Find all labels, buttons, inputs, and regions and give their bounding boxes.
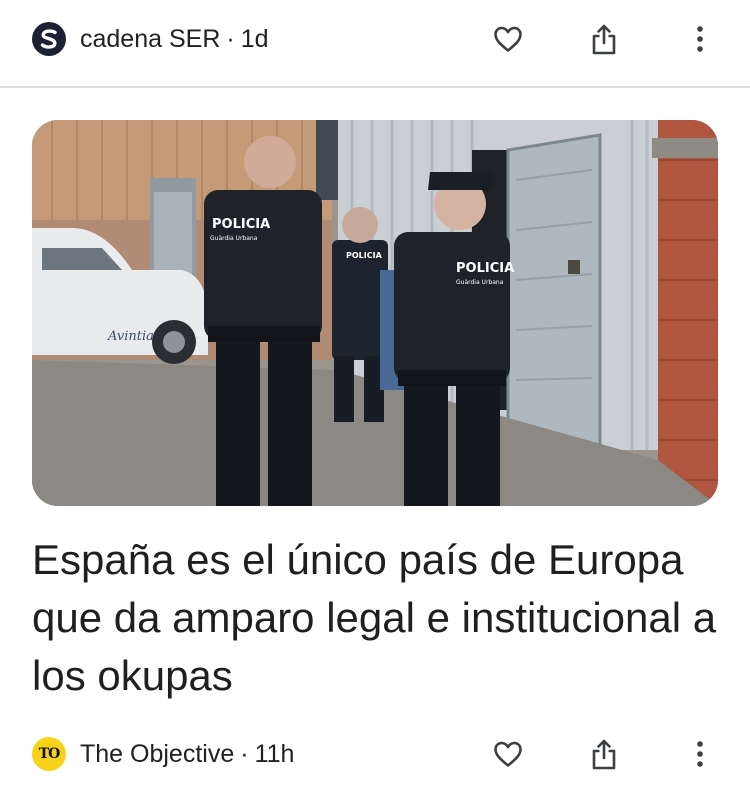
like-button[interactable] xyxy=(484,730,532,778)
badge-left-text: POLICIA xyxy=(212,217,270,232)
badge-mid-text: POLICIA xyxy=(346,251,383,260)
car-brand-text: Avintia xyxy=(107,329,154,344)
article-age: 1d xyxy=(240,24,269,53)
more-options-button[interactable] xyxy=(676,15,724,63)
meta-separator: · xyxy=(240,739,249,768)
source-meta: The Objective · 11h xyxy=(80,740,294,769)
share-icon xyxy=(592,739,616,770)
badge-right-sub: Guàrdia Urbana xyxy=(456,279,504,286)
source-cadena-ser[interactable]: cadena SER · 1d xyxy=(32,22,269,56)
meta-separator: · xyxy=(226,24,235,53)
share-icon xyxy=(592,24,616,55)
card-divider xyxy=(0,86,750,88)
badge-left-sub: Guàrdia Urbana xyxy=(210,235,258,242)
source-meta: cadena SER · 1d xyxy=(80,25,269,54)
article-image[interactable]: Avintia POLICIA POLICIA Guàrdia Urbana P… xyxy=(32,120,718,506)
like-button[interactable] xyxy=(484,15,532,63)
share-button[interactable] xyxy=(580,15,628,63)
heart-icon xyxy=(494,26,522,52)
share-button[interactable] xyxy=(580,730,628,778)
the-objective-logo-icon: TO xyxy=(32,737,66,771)
more-vert-icon xyxy=(697,26,703,52)
cadena-ser-logo-icon xyxy=(32,22,66,56)
source-name: cadena SER xyxy=(80,24,221,53)
source-row-bottom: TO The Objective · 11h xyxy=(0,718,750,790)
more-options-button[interactable] xyxy=(676,730,724,778)
badge-right-text: POLICIA xyxy=(456,261,514,276)
more-vert-icon xyxy=(697,741,703,767)
source-name: The Objective xyxy=(80,739,235,768)
source-the-objective[interactable]: TO The Objective · 11h xyxy=(32,737,294,771)
heart-icon xyxy=(494,741,522,767)
article-age: 11h xyxy=(254,739,295,768)
source-row-top: cadena SER · 1d xyxy=(0,0,750,78)
article-photo-illustration: Avintia POLICIA POLICIA Guàrdia Urbana P… xyxy=(32,120,718,506)
article-headline[interactable]: España es el único país de Europa que da… xyxy=(32,531,718,705)
